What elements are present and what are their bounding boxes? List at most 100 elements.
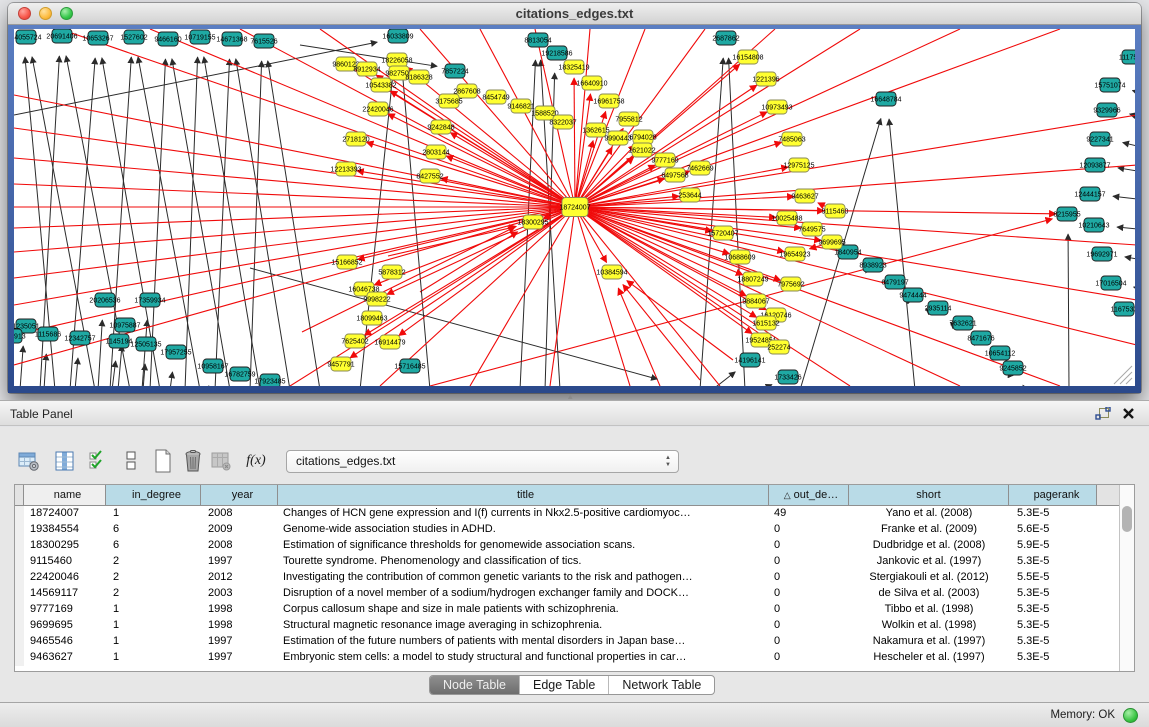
tab-network-table[interactable]: Network Table (608, 676, 714, 694)
table-cell[interactable]: 5.3E-5 (1009, 618, 1097, 634)
zoom-window-button[interactable] (60, 7, 73, 20)
table-cell[interactable]: 2008 (201, 506, 278, 522)
network-canvas[interactable]: 1405572420691406106532671527602946616010… (14, 29, 1135, 386)
table-cell[interactable]: Tourette syndrome. Phenomenology and cla… (278, 554, 769, 570)
table-cell[interactable]: 5.9E-5 (1009, 538, 1097, 554)
table-row[interactable]: 946554611997Estimation of the future num… (15, 634, 1134, 650)
table-cell[interactable]: 0 (769, 602, 849, 618)
column-header-in-degree[interactable]: in_degree (106, 485, 201, 505)
column-header-out-degree[interactable]: △ out_de… (769, 485, 849, 505)
table-row[interactable]: 1456911722003Disruption of a novel membe… (15, 586, 1134, 602)
table-cell[interactable]: Corpus callosum shape and size in male p… (278, 602, 769, 618)
table-cell[interactable]: 1 (106, 650, 201, 666)
column-header-pagerank[interactable]: pagerank (1009, 485, 1097, 505)
canvas-resize-grip[interactable] (1114, 366, 1132, 384)
table-cell[interactable]: 1998 (201, 602, 278, 618)
minimize-window-button[interactable] (39, 7, 52, 20)
table-row[interactable]: 1872400712008Changes of HCN gene express… (15, 506, 1134, 522)
table-cell[interactable]: 5.3E-5 (1009, 602, 1097, 618)
table-cell[interactable]: Wolkin et al. (1998) (849, 618, 1009, 634)
table-row[interactable]: 969969511998Structural magnetic resonanc… (15, 618, 1134, 634)
table-cell[interactable]: 1997 (201, 634, 278, 650)
table-cell[interactable]: 0 (769, 522, 849, 538)
table-cell[interactable]: 1998 (201, 618, 278, 634)
table-row[interactable]: 911546021997Tourette syndrome. Phenomeno… (15, 554, 1134, 570)
table-cell[interactable]: 5.5E-5 (1009, 570, 1097, 586)
table-cell[interactable]: Estimation of significance thresholds fo… (278, 538, 769, 554)
table-cell[interactable]: 1997 (201, 650, 278, 666)
table-cell[interactable]: 2009 (201, 522, 278, 538)
table-cell[interactable]: de Silva et al. (2003) (849, 586, 1009, 602)
table-cell[interactable]: 0 (769, 554, 849, 570)
network-table-select[interactable]: citations_edges.txt ▲▼ (286, 450, 679, 473)
table-cell[interactable]: 1 (106, 634, 201, 650)
show-columns-button[interactable] (52, 447, 78, 475)
table-cell[interactable]: 1 (106, 618, 201, 634)
table-cell[interactable]: 2 (106, 586, 201, 602)
memory-status-indicator[interactable] (1123, 708, 1138, 723)
table-cell[interactable]: 9777169 (24, 602, 106, 618)
table-row[interactable]: 977716911998Corpus callosum shape and si… (15, 602, 1134, 618)
table-cell[interactable]: Franke et al. (2009) (849, 522, 1009, 538)
table-cell[interactable]: Nakamura et al. (1997) (849, 634, 1009, 650)
table-cell[interactable]: 2008 (201, 538, 278, 554)
row-height-button[interactable] (118, 447, 144, 475)
table-cell[interactable]: Changes of HCN gene expression and I(f) … (278, 506, 769, 522)
table-cell[interactable]: 49 (769, 506, 849, 522)
table-cell[interactable]: 0 (769, 586, 849, 602)
table-cell[interactable]: 14569117 (24, 586, 106, 602)
select-mode-button[interactable] (85, 447, 111, 475)
table-cell[interactable]: 5.3E-5 (1009, 634, 1097, 650)
table-cell[interactable]: 9115460 (24, 554, 106, 570)
close-panel-icon[interactable] (1121, 406, 1136, 421)
float-panel-icon[interactable] (1095, 407, 1111, 422)
column-header-name[interactable]: name (24, 485, 106, 505)
table-cell[interactable]: 5.3E-5 (1009, 650, 1097, 666)
table-cell[interactable]: 6 (106, 522, 201, 538)
table-cell[interactable]: Hescheler et al. (1997) (849, 650, 1009, 666)
table-cell[interactable]: 0 (769, 538, 849, 554)
table-cell[interactable]: Genome-wide association studies in ADHD. (278, 522, 769, 538)
network-window-titlebar[interactable]: citations_edges.txt (8, 3, 1141, 25)
table-cell[interactable]: 1 (106, 506, 201, 522)
table-cell[interactable]: 2 (106, 554, 201, 570)
tab-node-table[interactable]: Node Table (430, 676, 519, 694)
column-header-year[interactable]: year (201, 485, 278, 505)
table-cell[interactable]: 2 (106, 570, 201, 586)
column-header-title[interactable]: title (278, 485, 769, 505)
table-cell[interactable]: 9463627 (24, 650, 106, 666)
table-cell[interactable]: 19384554 (24, 522, 106, 538)
table-row[interactable]: 1938455462009Genome-wide association stu… (15, 522, 1134, 538)
table-cell[interactable]: Investigating the contribution of common… (278, 570, 769, 586)
table-cell[interactable]: 2003 (201, 586, 278, 602)
table-cell[interactable]: Jankovic et al. (1997) (849, 554, 1009, 570)
table-cell[interactable]: 9465546 (24, 634, 106, 650)
table-cell[interactable]: 5.3E-5 (1009, 506, 1097, 522)
table-cell[interactable]: 5.6E-5 (1009, 522, 1097, 538)
table-cell[interactable]: Stergiakouli et al. (2012) (849, 570, 1009, 586)
network-graph[interactable]: 1405572420691406106532671527602946616010… (14, 29, 1135, 386)
table-cell[interactable]: 0 (769, 634, 849, 650)
table-row[interactable]: 1830029562008Estimation of significance … (15, 538, 1134, 554)
scrollbar-thumb[interactable] (1122, 506, 1132, 532)
table-cell[interactable]: 1997 (201, 554, 278, 570)
import-table-button[interactable] (208, 447, 234, 475)
table-cell[interactable]: 0 (769, 650, 849, 666)
table-cell[interactable]: 0 (769, 618, 849, 634)
table-cell[interactable]: 18300295 (24, 538, 106, 554)
table-cell[interactable]: 22420046 (24, 570, 106, 586)
table-cell[interactable]: Structural magnetic resonance image aver… (278, 618, 769, 634)
table-cell[interactable]: Yano et al. (2008) (849, 506, 1009, 522)
table-cell[interactable]: 18724007 (24, 506, 106, 522)
tab-edge-table[interactable]: Edge Table (519, 676, 608, 694)
table-cell[interactable]: 0 (769, 570, 849, 586)
table-row[interactable]: 2242004622012Investigating the contribut… (15, 570, 1134, 586)
table-cell[interactable]: 5.3E-5 (1009, 554, 1097, 570)
function-builder-button[interactable]: f(x) (243, 447, 269, 475)
table-vertical-scrollbar[interactable] (1119, 485, 1134, 671)
table-cell[interactable]: Dudbridge et al. (2008) (849, 538, 1009, 554)
table-cell[interactable]: Tibbo et al. (1998) (849, 602, 1009, 618)
create-table-button[interactable] (150, 447, 176, 475)
table-cell[interactable]: 9699695 (24, 618, 106, 634)
column-header-short[interactable]: short (849, 485, 1009, 505)
